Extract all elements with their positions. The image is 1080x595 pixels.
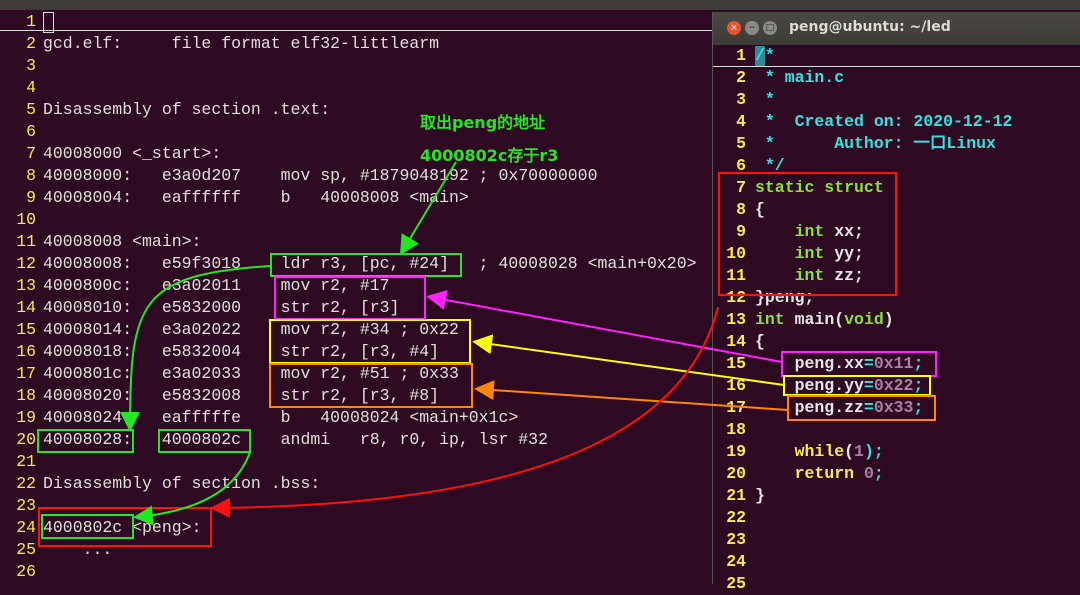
arrow-annotation-to-ldr — [399, 161, 457, 256]
box-peng-symbol — [38, 507, 212, 547]
box-store-xx — [274, 276, 426, 320]
box-store-zz — [269, 363, 473, 408]
arrow-ldr-to-literal — [120, 265, 271, 432]
box-40008028 — [37, 429, 134, 453]
box-store-yy — [269, 319, 471, 364]
arrow-xx — [426, 290, 783, 363]
box-peng-zz — [787, 395, 936, 421]
box-4000802c-literal — [158, 429, 251, 453]
box-4000802c-addr — [41, 514, 134, 539]
box-peng-yy — [783, 375, 931, 396]
annotation-overlay — [37, 161, 937, 547]
box-ldr — [270, 253, 462, 277]
box-peng-xx — [781, 351, 937, 377]
box-struct — [718, 172, 897, 296]
arrow-zz — [474, 380, 789, 411]
arrow-yy — [472, 334, 785, 386]
